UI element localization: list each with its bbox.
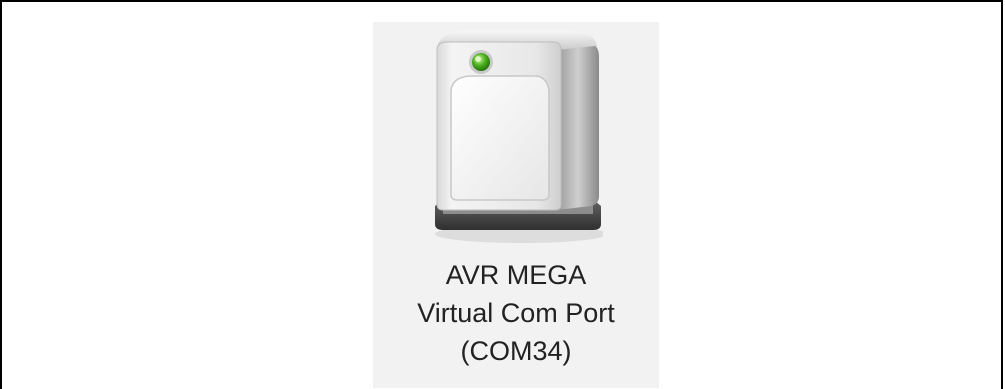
device-label: AVR MEGA Virtual Com Port (COM34) <box>373 256 659 370</box>
device-label-line-1: AVR MEGA <box>445 260 587 290</box>
device-label-line-3: (COM34) <box>460 336 572 366</box>
devices-window-pane: AVR MEGA Virtual Com Port (COM34) <box>0 0 1003 389</box>
device-tile-avr-mega[interactable]: AVR MEGA Virtual Com Port (COM34) <box>373 22 659 388</box>
usb-serial-device-icon <box>435 30 603 243</box>
device-label-line-2: Virtual Com Port <box>417 298 615 328</box>
